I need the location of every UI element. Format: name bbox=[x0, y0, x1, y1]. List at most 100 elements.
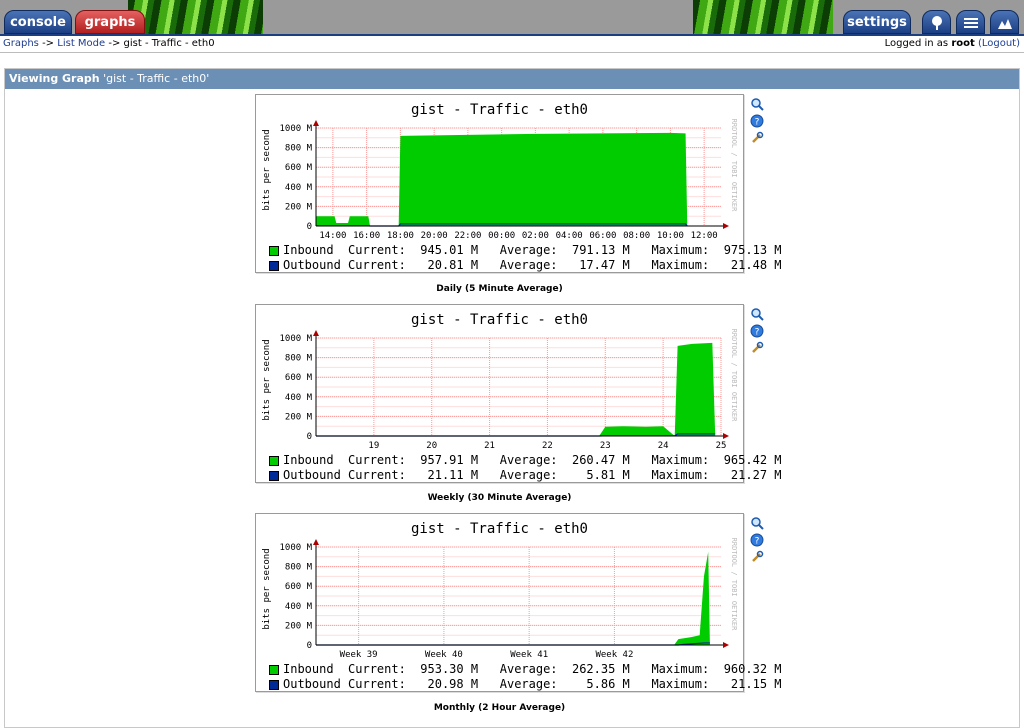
preview-view-button[interactable] bbox=[990, 10, 1019, 34]
x-tick-label: 14:00 bbox=[319, 231, 346, 241]
legend-row-inbound: Inbound Current: 953.30 M Average: 262.3… bbox=[269, 662, 782, 677]
x-tick-label: 08:00 bbox=[623, 231, 650, 241]
panel-heading: Viewing Graph 'gist - Traffic - eth0' bbox=[5, 69, 1019, 89]
breadcrumb-separator: -> bbox=[108, 38, 121, 49]
list-view-button[interactable] bbox=[956, 10, 985, 34]
breadcrumb-list-mode[interactable]: List Mode bbox=[57, 38, 105, 49]
inbound-area bbox=[316, 132, 688, 226]
legend-row-outbound: Outbound Current: 21.11 M Average: 5.81 … bbox=[269, 468, 782, 483]
graph-settings-icon[interactable] bbox=[750, 131, 764, 145]
y-tick-label: 800 M bbox=[285, 144, 313, 154]
x-tick-label: 00:00 bbox=[488, 231, 515, 241]
y-tick-label: 200 M bbox=[285, 621, 313, 631]
legend-swatch bbox=[269, 245, 279, 256]
legend-swatch bbox=[269, 455, 279, 466]
breadcrumb-graphs[interactable]: Graphs bbox=[3, 38, 39, 49]
x-tick-label: 20:00 bbox=[421, 231, 448, 241]
tab-console[interactable]: console bbox=[4, 10, 72, 34]
svg-text:?: ? bbox=[755, 328, 760, 338]
tab-settings[interactable]: settings bbox=[843, 10, 911, 34]
y-tick-label: 600 M bbox=[285, 163, 313, 173]
x-tick-label: 04:00 bbox=[556, 231, 583, 241]
y-axis-arrow bbox=[313, 539, 319, 545]
y-tick-label: 600 M bbox=[285, 373, 313, 383]
zoom-graph-icon[interactable] bbox=[750, 307, 764, 321]
legend-row-outbound: Outbound Current: 20.81 M Average: 17.47… bbox=[269, 258, 782, 273]
traffic-graph[interactable]: gist - Traffic - eth0 bits per second RRDT… bbox=[255, 304, 782, 483]
zoom-graph-icon[interactable] bbox=[750, 97, 764, 111]
x-tick-label: Week 41 bbox=[510, 650, 548, 660]
traffic-graph[interactable]: gist - Traffic - eth0 bits per second RRDT… bbox=[255, 94, 782, 273]
y-tick-label: 1000 M bbox=[279, 124, 312, 134]
svg-text:?: ? bbox=[755, 118, 760, 128]
graph-caption: Monthly (2 Hour Average) bbox=[433, 703, 566, 713]
top-navigation-bar: console graphs settings bbox=[0, 0, 1024, 34]
zoom-graph-icon[interactable] bbox=[750, 516, 764, 530]
legend-row-inbound: Inbound Current: 957.91 M Average: 260.4… bbox=[269, 453, 782, 468]
legend-text: Outbound Current: 20.81 M Average: 17.47… bbox=[283, 258, 782, 272]
legend-text: Inbound Current: 957.91 M Average: 260.4… bbox=[283, 453, 782, 467]
y-tick-label: 200 M bbox=[285, 412, 313, 422]
tree-view-icon bbox=[932, 16, 942, 30]
list-view-icon bbox=[964, 18, 978, 28]
graph-settings-icon[interactable] bbox=[750, 341, 764, 355]
x-tick-label: Week 42 bbox=[595, 650, 633, 660]
x-axis-arrow bbox=[723, 642, 729, 648]
legend-swatch bbox=[269, 679, 279, 690]
x-tick-label: 19 bbox=[368, 441, 379, 451]
legend-text: Inbound Current: 945.01 M Average: 791.1… bbox=[283, 243, 782, 257]
x-tick-label: 25 bbox=[716, 441, 727, 451]
chart-plot: 0 200 M 400 M 600 M 800 M 1000 M 19 20 21 22 23 24 2… bbox=[279, 330, 729, 451]
x-tick-label: 06:00 bbox=[589, 231, 616, 241]
y-tick-label: 400 M bbox=[285, 602, 313, 612]
logout-link[interactable]: (Logout) bbox=[978, 38, 1020, 49]
breadcrumb-current: gist - Traffic - eth0 bbox=[123, 38, 215, 49]
x-tick-label: 22:00 bbox=[454, 231, 481, 241]
breadcrumb: Graphs -> List Mode -> gist - Traffic - … bbox=[3, 37, 215, 51]
x-axis-arrow bbox=[723, 433, 729, 439]
x-tick-label: 21 bbox=[484, 441, 495, 451]
graph-caption: Daily (5 Minute Average) bbox=[436, 284, 563, 294]
tree-view-button[interactable] bbox=[922, 10, 951, 34]
y-tick-label: 800 M bbox=[285, 563, 313, 573]
x-tick-label: 10:00 bbox=[657, 231, 684, 241]
graph-actions: ? bbox=[750, 97, 766, 148]
login-username: root bbox=[951, 38, 975, 49]
chart-plot: 0 200 M 400 M 600 M 800 M 1000 M Week 39 Week 4… bbox=[279, 539, 729, 660]
login-status: Logged in as root (Logout) bbox=[885, 37, 1020, 51]
graph-caption: Weekly (30 Minute Average) bbox=[427, 493, 572, 503]
legend-swatch bbox=[269, 470, 279, 481]
x-tick-label: 23 bbox=[600, 441, 611, 451]
y-tick-label: 1000 M bbox=[279, 543, 312, 553]
x-tick-label: 16:00 bbox=[353, 231, 380, 241]
y-axis-arrow bbox=[313, 330, 319, 336]
header-decoration-right bbox=[693, 0, 833, 34]
legend-row-outbound: Outbound Current: 20.98 M Average: 5.86 … bbox=[269, 677, 782, 692]
tab-graphs[interactable]: graphs bbox=[75, 10, 145, 34]
graph-info-icon[interactable]: ? bbox=[750, 114, 764, 128]
svg-text:?: ? bbox=[755, 537, 760, 547]
x-tick-label: 20 bbox=[426, 441, 437, 451]
graph-info-icon[interactable]: ? bbox=[750, 533, 764, 547]
legend-row-inbound: Inbound Current: 945.01 M Average: 791.1… bbox=[269, 243, 782, 258]
y-tick-label: 800 M bbox=[285, 354, 313, 364]
legend-text: Inbound Current: 953.30 M Average: 262.3… bbox=[283, 662, 782, 676]
x-tick-label: 18:00 bbox=[387, 231, 414, 241]
x-tick-label: 02:00 bbox=[522, 231, 549, 241]
legend-swatch bbox=[269, 664, 279, 675]
panel-heading-label: Viewing Graph bbox=[9, 72, 100, 85]
inbound-area bbox=[316, 342, 716, 436]
y-tick-label: 0 bbox=[307, 222, 312, 232]
x-tick-label: Week 39 bbox=[340, 650, 378, 660]
login-prefix: Logged in as bbox=[884, 38, 949, 49]
preview-view-icon bbox=[998, 19, 1012, 29]
x-tick-label: 24 bbox=[658, 441, 669, 451]
breadcrumb-bar: Graphs -> List Mode -> gist - Traffic - … bbox=[0, 34, 1024, 53]
traffic-graph[interactable]: gist - Traffic - eth0 bits per second RRDT… bbox=[255, 513, 782, 692]
legend-text: Outbound Current: 20.98 M Average: 5.86 … bbox=[283, 677, 782, 691]
x-tick-label: Week 40 bbox=[425, 650, 463, 660]
y-axis-arrow bbox=[313, 120, 319, 126]
graph-settings-icon[interactable] bbox=[750, 550, 764, 564]
graph-info-icon[interactable]: ? bbox=[750, 324, 764, 338]
breadcrumb-separator: -> bbox=[42, 38, 55, 49]
